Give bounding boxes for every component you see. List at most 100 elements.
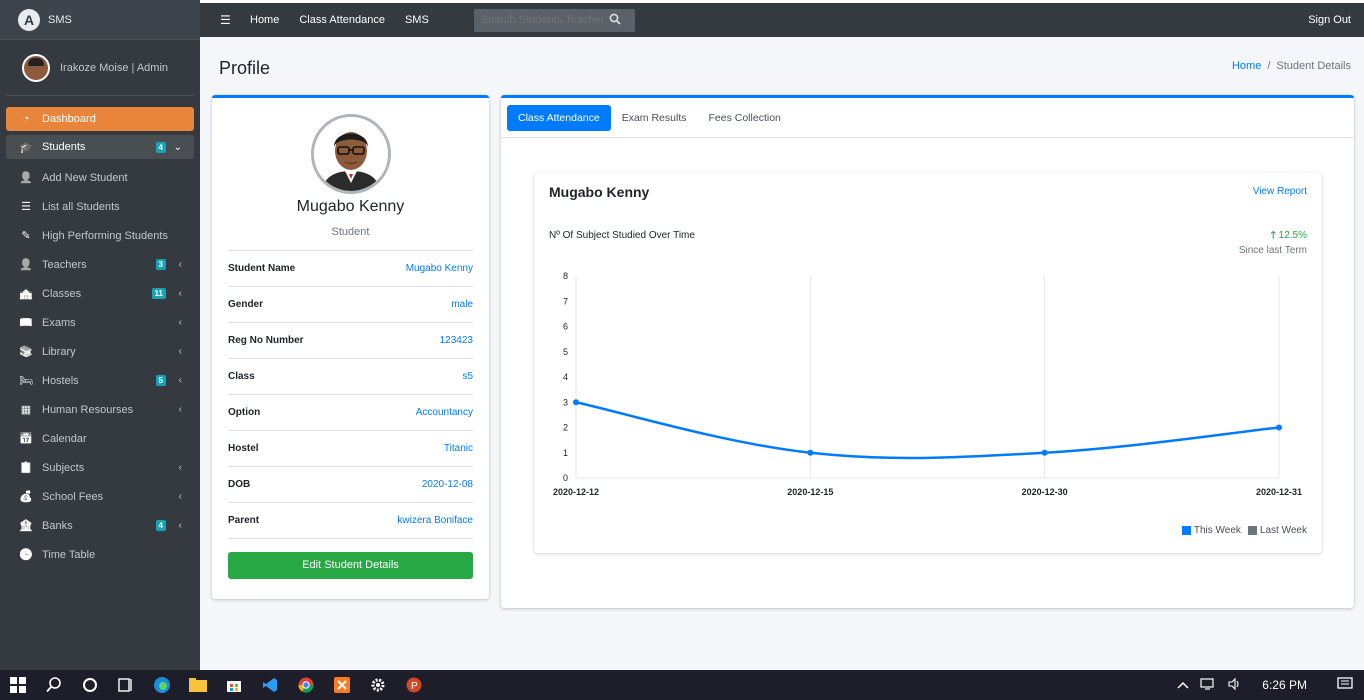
chart-subtitle: Nº Of Subject Studied Over Time — [549, 230, 695, 241]
breadcrumb-home[interactable]: Home — [1232, 60, 1261, 72]
xampp-icon[interactable] — [324, 670, 360, 700]
sidebar-item-label: Time Table — [42, 548, 96, 561]
chevron-down-icon[interactable]: ⌄ — [174, 142, 182, 153]
x-tick-label: 2020-12-15 — [787, 487, 833, 497]
tab-class-attendance[interactable]: Class Attendance — [507, 104, 611, 131]
chevron-left-icon[interactable]: ‹ — [179, 404, 182, 415]
task-view-icon[interactable] — [108, 670, 144, 700]
chevron-left-icon[interactable]: ‹ — [179, 346, 182, 357]
chevron-left-icon[interactable]: ‹ — [179, 317, 182, 328]
x-tick-label: 2020-12-12 — [553, 487, 599, 497]
legend-label: This Week — [1193, 525, 1241, 536]
brand-name: SMS — [48, 13, 72, 26]
sidebar-item-school-fees[interactable]: 💰 School Fees ‹ — [6, 482, 194, 511]
profile-field-value[interactable]: male — [451, 299, 473, 310]
chevron-left-icon[interactable]: ‹ — [179, 375, 182, 386]
list-icon: ☰ — [21, 201, 31, 213]
powerpoint-icon[interactable]: P — [396, 670, 432, 700]
sidebar-item-dashboard[interactable]: ◔ Dashboard — [6, 107, 194, 131]
chart-title: Mugabo Kenny — [549, 184, 650, 200]
brand[interactable]: A SMS — [0, 0, 200, 40]
chrome-icon[interactable] — [288, 670, 324, 700]
legend-this-week[interactable]: This Week — [1181, 525, 1241, 536]
profile-field-row: Class s5 — [228, 359, 473, 395]
y-tick-label: 4 — [563, 372, 568, 382]
cortana-icon[interactable] — [72, 670, 108, 700]
profile-field-label: Hostel — [228, 443, 259, 454]
sidebar-item-exams[interactable]: 📖 Exams ‹ — [6, 308, 194, 337]
page-title: Profile — [219, 58, 271, 78]
count-badge: 3 — [155, 259, 166, 270]
nav-link-sms[interactable]: SMS — [405, 14, 429, 26]
y-tick-label: 1 — [563, 448, 568, 458]
sidebar-item-calendar[interactable]: 📅 Calendar — [6, 424, 194, 453]
sidebar: A SMS Irakoze Moise | Admin ◔ Dashboard 🎓 S… — [0, 0, 200, 670]
sidebar-item-classes[interactable]: 🏫 Classes 11 ‹ — [6, 279, 194, 308]
profile-field-value[interactable]: kwizera Boniface — [397, 515, 473, 526]
system-tray: 6:26 PM — [1177, 670, 1364, 700]
profile-field-value[interactable]: Titanic — [444, 443, 473, 454]
chevron-up-icon[interactable] — [1177, 678, 1189, 692]
sidebar-item-label: Subjects — [42, 461, 85, 474]
profile-field-value[interactable]: 123423 — [440, 335, 473, 346]
file-explorer-icon[interactable] — [180, 670, 216, 700]
search-icon[interactable] — [36, 670, 72, 700]
clock-time[interactable]: 6:26 PM — [1262, 678, 1307, 692]
tab-fees-collection[interactable]: Fees Collection — [698, 105, 792, 131]
profile-field-value[interactable]: Accountancy — [416, 407, 473, 418]
sign-out-link[interactable]: Sign Out — [1308, 14, 1351, 26]
store-icon[interactable] — [216, 670, 252, 700]
sidebar-item-subjects[interactable]: 📋 Subjects ‹ — [6, 453, 194, 482]
windows-start-icon[interactable] — [0, 670, 36, 700]
search-input[interactable] — [473, 14, 604, 26]
profile-field-value[interactable]: Mugabo Kenny — [406, 263, 473, 274]
table-icon: ▦ — [20, 404, 32, 416]
nav-link-home[interactable]: Home — [250, 14, 279, 26]
network-icon[interactable] — [1200, 677, 1216, 694]
profile-field-value[interactable]: s5 — [462, 371, 473, 382]
search-icon[interactable] — [604, 13, 626, 28]
legend-last-week[interactable]: Last Week — [1247, 525, 1307, 536]
bed-icon: 🛏 — [19, 375, 33, 387]
sidebar-item-human-resourses[interactable]: ▦ Human Resourses ‹ — [6, 395, 194, 424]
sidebar-item-teachers[interactable]: 👤 Teachers 3 ‹ — [6, 250, 194, 279]
volume-icon[interactable] — [1227, 677, 1243, 694]
chevron-left-icon[interactable]: ‹ — [179, 462, 182, 473]
profile-field-value[interactable]: 2020-12-08 — [422, 479, 473, 490]
settings-gear-icon[interactable] — [360, 670, 396, 700]
nav-link-class-attendance[interactable]: Class Attendance — [299, 14, 385, 26]
details-card: Class Attendance Exam Results Fees Colle… — [501, 95, 1354, 608]
sidebar-item-time-table[interactable]: 🕒 Time Table — [6, 540, 194, 569]
clock-icon: 🕒 — [19, 549, 33, 561]
topbar: ☰ Home Class Attendance SMS Sign Out — [200, 0, 1364, 37]
sidebar-item-list-all-students[interactable]: ☰ List all Students — [6, 192, 194, 221]
chevron-left-icon[interactable]: ‹ — [179, 520, 182, 531]
view-report-link[interactable]: View Report — [1253, 186, 1307, 197]
chevron-left-icon[interactable]: ‹ — [179, 259, 182, 270]
edge-icon[interactable] — [144, 670, 180, 700]
sidebar-item-add-new-student[interactable]: 👤 Add New Student — [6, 163, 194, 192]
sidebar-item-banks[interactable]: 🏦 Banks 4 ‹ — [6, 511, 194, 540]
user-graduate-icon: 🎓 — [19, 141, 33, 154]
y-tick-label: 0 — [563, 473, 568, 483]
arrow-up-icon: 🡑 — [1270, 230, 1276, 241]
data-point — [1041, 449, 1048, 456]
hamburger-menu-icon[interactable]: ☰ — [220, 13, 231, 27]
sidebar-item-library[interactable]: 📚 Library ‹ — [6, 337, 194, 366]
sidebar-item-label: Library — [42, 345, 76, 358]
edit-student-button[interactable]: Edit Student Details — [228, 552, 473, 579]
profile-avatar — [310, 114, 391, 194]
x-tick-label: 2020-12-30 — [1022, 487, 1068, 497]
sidebar-item-students[interactable]: 🎓 Students 4 ⌄ — [6, 135, 194, 159]
y-tick-label: 6 — [563, 322, 568, 332]
user-panel[interactable]: Irakoze Moise | Admin — [6, 40, 194, 96]
chevron-left-icon[interactable]: ‹ — [179, 491, 182, 502]
tab-exam-results[interactable]: Exam Results — [611, 105, 698, 131]
sidebar-item-high-performing-students[interactable]: ✎ High Performing Students — [6, 221, 194, 250]
notification-icon[interactable] — [1337, 676, 1353, 694]
sidebar-item-hostels[interactable]: 🛏 Hostels 5 ‹ — [6, 366, 194, 395]
profile-field-label: Option — [228, 407, 261, 418]
search-box — [473, 8, 635, 32]
vscode-icon[interactable] — [252, 670, 288, 700]
chevron-left-icon[interactable]: ‹ — [179, 288, 182, 299]
